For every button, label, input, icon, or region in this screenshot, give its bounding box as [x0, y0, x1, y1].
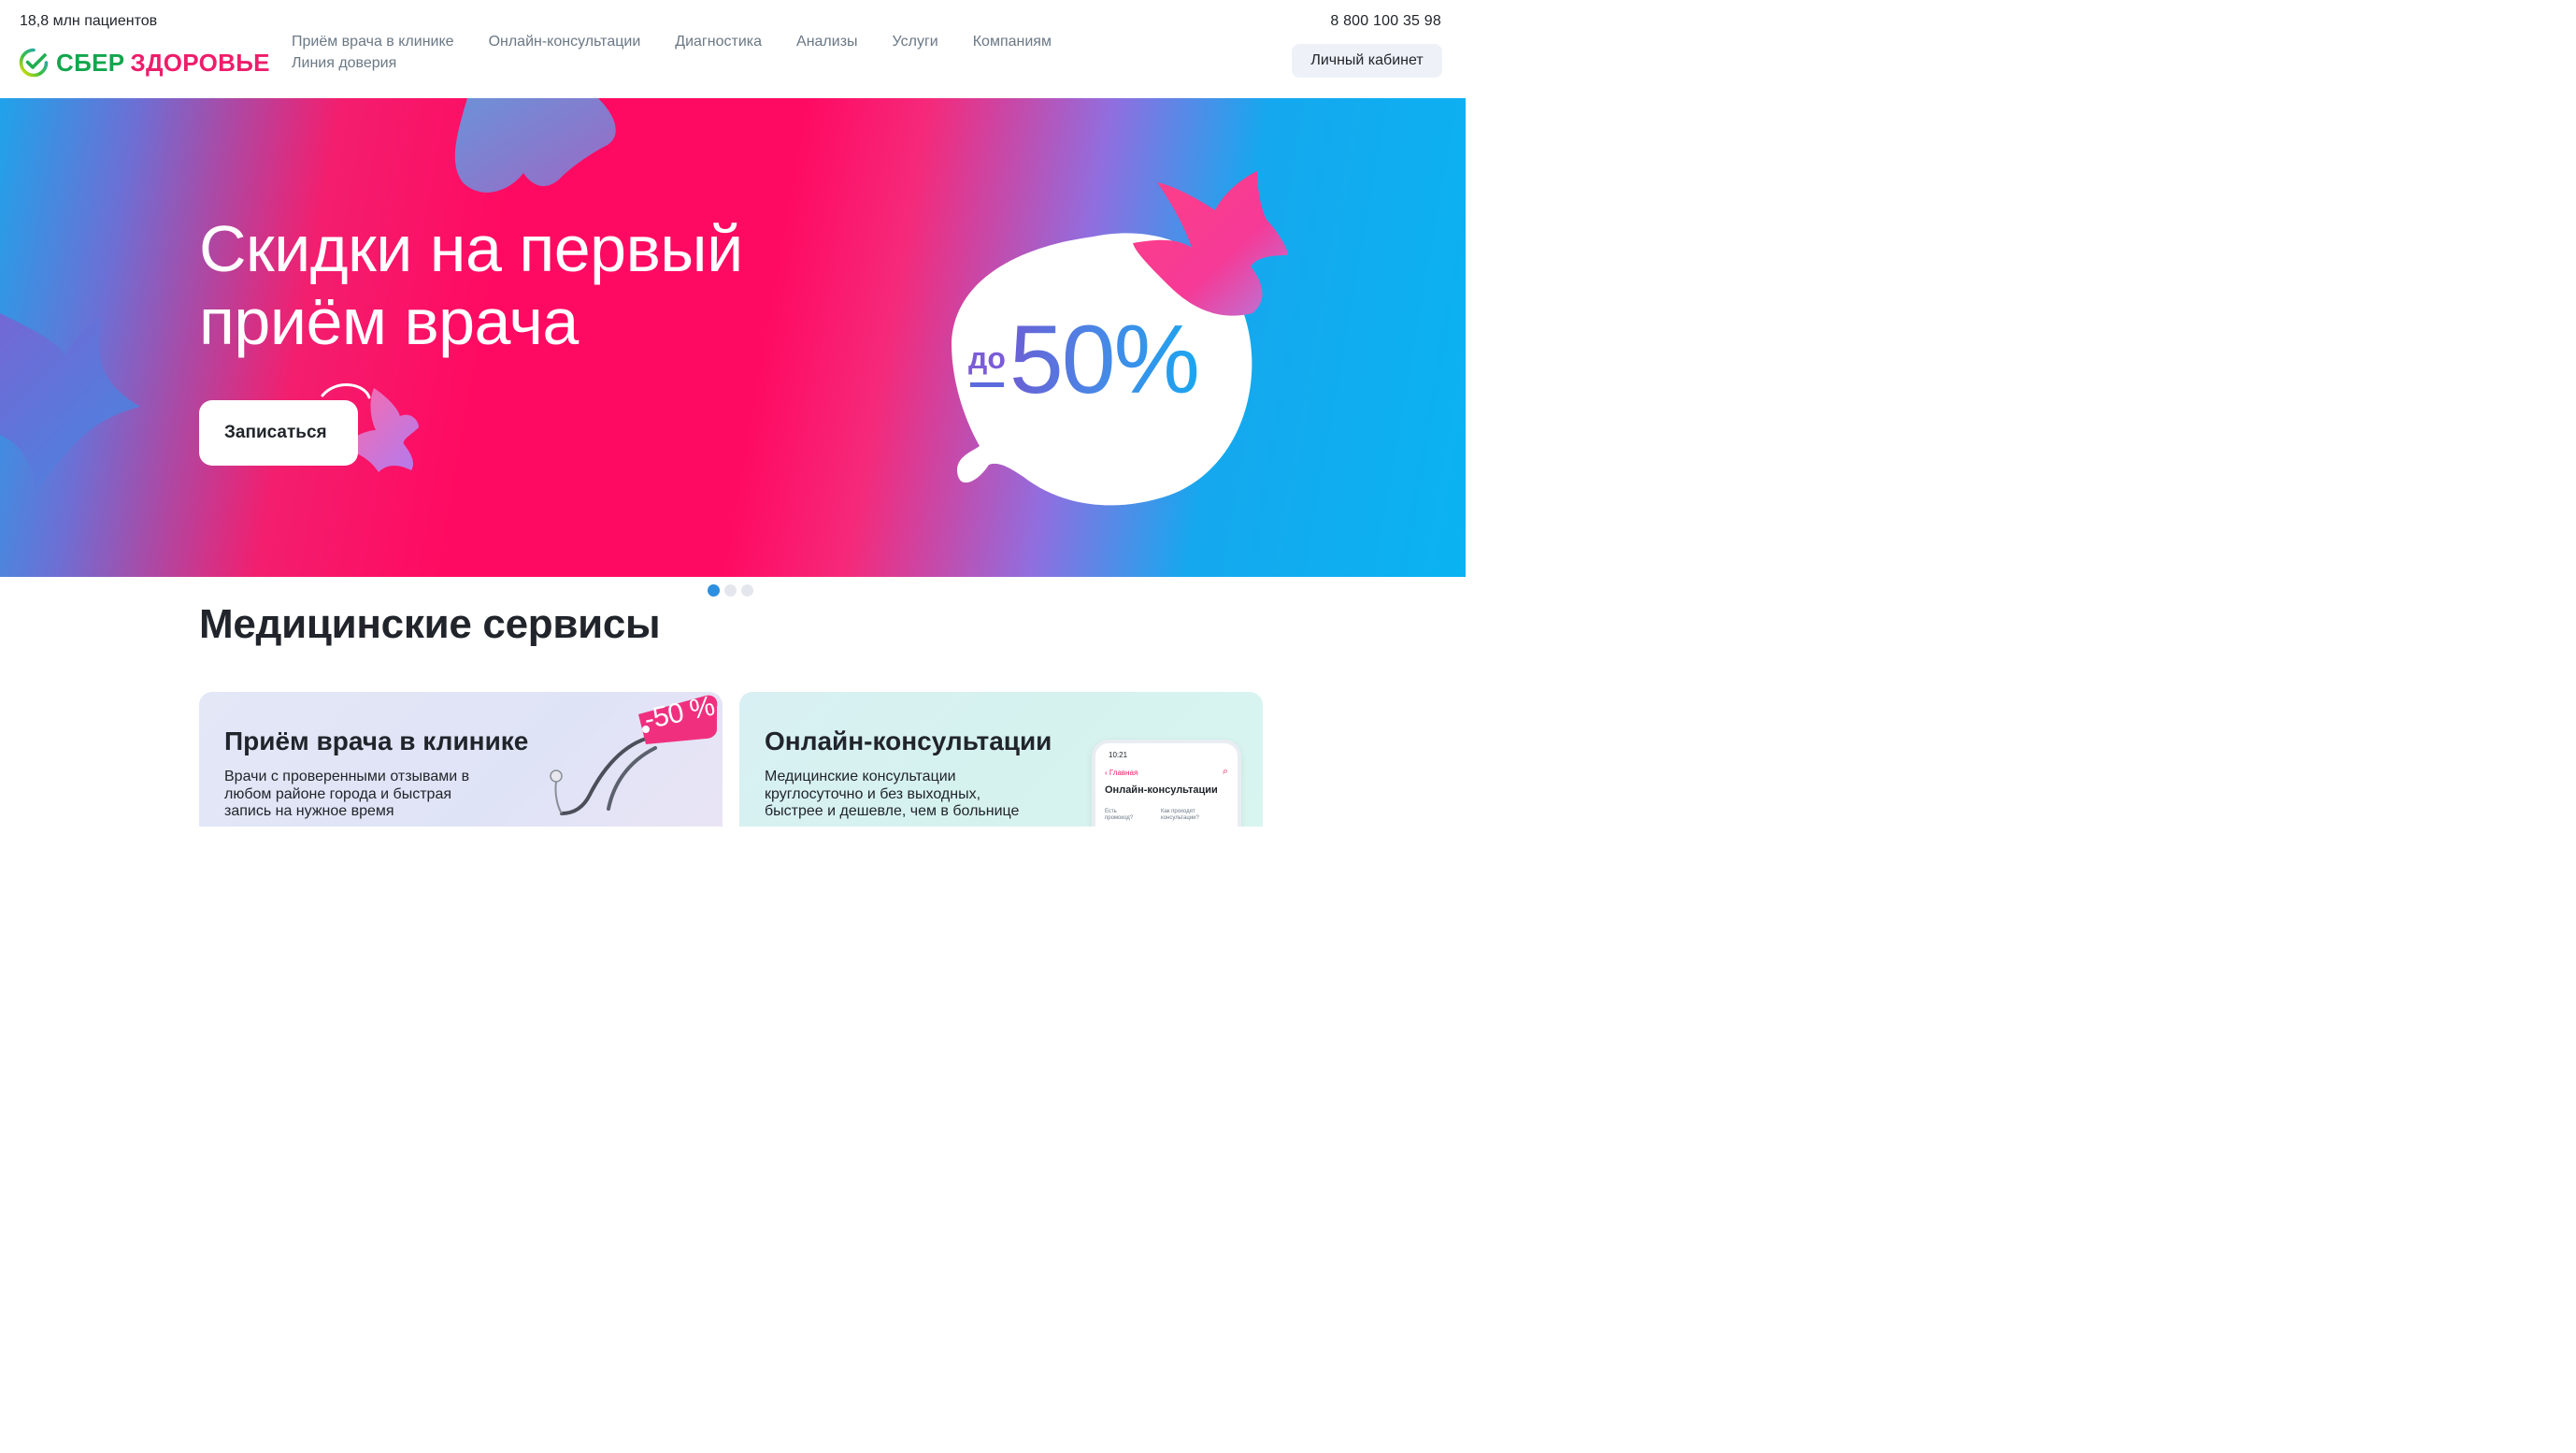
carousel-dot-3[interactable] [741, 584, 753, 597]
sber-logo-icon [19, 48, 49, 78]
phone-back-link: ‹ Главная [1105, 769, 1138, 777]
phone-number-link[interactable]: 8 800 100 35 98 [1330, 13, 1441, 30]
nav-companies[interactable]: Компаниям [973, 33, 1052, 51]
service-card-title: Онлайн-консультации [765, 726, 1052, 755]
left-leaf-shape [0, 313, 140, 491]
service-card-description: Медицинские консультации круглосуточно и… [765, 769, 1020, 819]
nav-services[interactable]: Услуги [893, 33, 938, 51]
discount-value: 50% [1009, 306, 1200, 414]
service-card-title: Приём врача в клинике [224, 726, 529, 755]
nav-row-primary: Приём врача в клинике Онлайн-консультаци… [292, 33, 1095, 51]
book-appointment-button[interactable]: Записаться [199, 400, 358, 466]
site-header: 18,8 млн пациентов 8 800 100 35 98 СБЕР З… [0, 0, 1466, 98]
logo-sber-text: СБЕР [56, 48, 125, 77]
service-card-description: Врачи с проверенными отзывами в любом ра… [224, 769, 470, 819]
nav-tests[interactable]: Анализы [796, 33, 858, 51]
carousel-dots [708, 584, 758, 597]
hero-title-line2: приём врача [199, 285, 579, 358]
phone-chip-promocode: Есть промокод? [1105, 809, 1134, 821]
phone-screen-title: Онлайн-консультации [1105, 784, 1218, 796]
sber-zdorovye-logo[interactable]: СБЕР ЗДОРОВЬЕ [19, 47, 270, 79]
service-card-clinic-visit[interactable]: Приём врача в клинике Врачи с проверенны… [199, 692, 723, 827]
phone-back-label: Главная [1109, 769, 1138, 777]
service-card-online-consultation[interactable]: Онлайн-консультации Медицинские консульт… [739, 692, 1263, 827]
nav-trust-line[interactable]: Линия доверия [292, 54, 396, 73]
discount-label: до 50% [968, 306, 1200, 414]
promo-banner[interactable]: Скидки на первый приём врача Записаться … [0, 98, 1466, 577]
carousel-dot-2[interactable] [724, 584, 737, 597]
phone-time: 10:21 [1109, 751, 1128, 759]
phone-chip-how: Как проходят консультации? [1161, 809, 1199, 821]
nav-row-secondary: Линия доверия [292, 54, 1095, 73]
main-nav: Приём врача в клинике Онлайн-консультаци… [292, 33, 1095, 73]
top-blob-shape [454, 98, 616, 193]
hero-title-line1: Скидки на первый [199, 212, 743, 285]
nav-clinic-visit[interactable]: Приём врача в клинике [292, 33, 454, 51]
discount-prefix: до [968, 341, 1006, 387]
patients-count: 18,8 млн пациентов [20, 13, 158, 29]
carousel-dot-1[interactable] [708, 584, 720, 597]
nav-online-consultations[interactable]: Онлайн-консультации [489, 33, 641, 51]
services-section-title: Медицинские сервисы [199, 601, 661, 647]
hero-title: Скидки на первый приём врача [199, 212, 743, 358]
logo-zdorovye-text: ЗДОРОВЬЕ [130, 48, 270, 77]
personal-account-button[interactable]: Личный кабинет [1292, 44, 1442, 78]
search-icon: ⌕ [1222, 766, 1228, 777]
nav-diagnostics[interactable]: Диагностика [675, 33, 762, 51]
phone-mockup: 10:21 ‹ Главная ⌕ Онлайн-консультации Ес… [1092, 740, 1241, 827]
